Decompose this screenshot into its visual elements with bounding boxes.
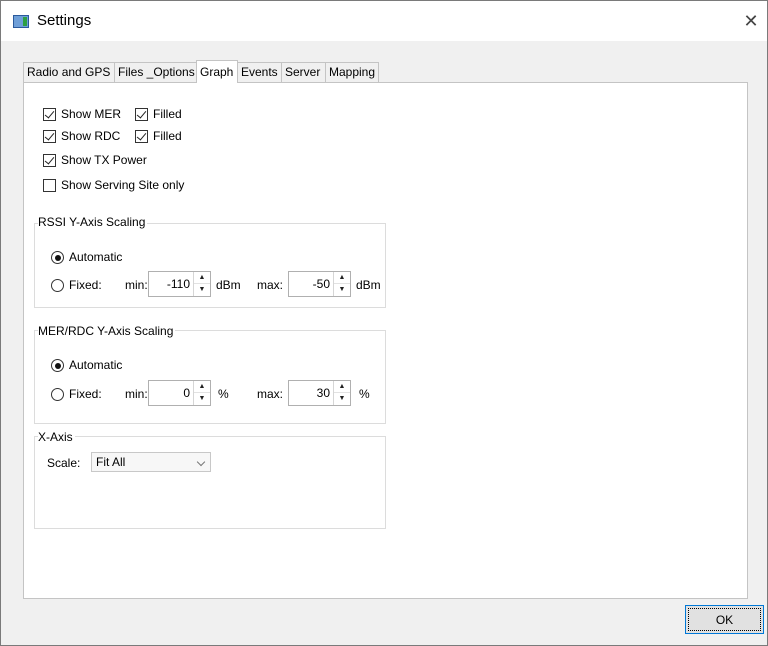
mer-rdc-automatic-label[interactable]: Automatic [69, 358, 122, 372]
rssi-automatic-radio[interactable] [51, 251, 64, 264]
mer-rdc-max-value: 30 [316, 386, 330, 400]
settings-window: Settings ✕ Radio and GPS Files _Options … [0, 0, 768, 646]
x-axis-title: X-Axis [38, 430, 75, 444]
ok-button[interactable]: OK [685, 605, 764, 634]
tab-files-options[interactable]: Files _Options [114, 62, 200, 82]
rssi-min-spinbox[interactable]: -110 ▲ ▼ [148, 271, 211, 297]
mer-rdc-max-spin-buttons: ▲ ▼ [333, 381, 350, 405]
show-mer-checkbox[interactable] [43, 108, 56, 121]
rssi-max-label: max: [257, 278, 284, 292]
show-tx-power-label[interactable]: Show TX Power [61, 153, 147, 167]
rssi-max-spin-buttons: ▲ ▼ [333, 272, 350, 296]
rssi-fixed-radio[interactable] [51, 279, 64, 292]
mer-filled-label[interactable]: Filled [153, 107, 182, 121]
spin-up-icon[interactable]: ▲ [334, 272, 350, 284]
x-axis-scale-select[interactable]: Fit All [91, 452, 211, 472]
spin-down-icon[interactable]: ▼ [334, 284, 350, 296]
mer-rdc-min-unit: % [218, 387, 229, 401]
show-mer-label[interactable]: Show MER [61, 107, 121, 121]
mer-rdc-max-spinbox[interactable]: 30 ▲ ▼ [288, 380, 351, 406]
rssi-min-spin-buttons: ▲ ▼ [193, 272, 210, 296]
chevron-down-icon [196, 457, 206, 467]
rdc-filled-label[interactable]: Filled [153, 129, 182, 143]
show-serving-site-checkbox[interactable] [43, 179, 56, 192]
mer-rdc-min-value: 0 [183, 386, 190, 400]
tab-mapping[interactable]: Mapping [325, 62, 379, 82]
mer-rdc-max-unit: % [359, 387, 370, 401]
rssi-min-unit: dBm [216, 278, 241, 292]
spin-down-icon[interactable]: ▼ [334, 393, 350, 405]
x-axis-scale-value: Fit All [96, 455, 126, 469]
mer-rdc-scaling-title: MER/RDC Y-Axis Scaling [38, 324, 176, 338]
x-axis-group [34, 436, 386, 529]
show-serving-site-label[interactable]: Show Serving Site only [61, 178, 184, 192]
mer-rdc-scaling-group [34, 330, 386, 424]
show-rdc-label[interactable]: Show RDC [61, 129, 120, 143]
tab-events[interactable]: Events [237, 62, 282, 82]
close-icon[interactable]: ✕ [739, 9, 763, 33]
rssi-max-unit: dBm [356, 278, 381, 292]
show-tx-power-checkbox[interactable] [43, 154, 56, 167]
mer-rdc-automatic-radio[interactable] [51, 359, 64, 372]
mer-rdc-min-label: min: [125, 387, 148, 401]
tab-server[interactable]: Server [281, 62, 326, 82]
mer-rdc-fixed-label[interactable]: Fixed: [69, 387, 102, 401]
tab-radio-and-gps[interactable]: Radio and GPS [23, 62, 115, 82]
rssi-min-label: min: [125, 278, 148, 292]
window-title: Settings [37, 12, 92, 29]
spin-down-icon[interactable]: ▼ [194, 393, 210, 405]
rssi-max-value: -50 [312, 277, 330, 291]
mer-filled-checkbox[interactable] [135, 108, 148, 121]
spin-up-icon[interactable]: ▲ [334, 381, 350, 393]
app-icon [13, 15, 29, 28]
spin-up-icon[interactable]: ▲ [194, 272, 210, 284]
rssi-automatic-label[interactable]: Automatic [69, 250, 122, 264]
mer-rdc-fixed-radio[interactable] [51, 388, 64, 401]
mer-rdc-max-label: max: [257, 387, 284, 401]
spin-up-icon[interactable]: ▲ [194, 381, 210, 393]
title-bar[interactable]: Settings ✕ [1, 1, 767, 41]
x-axis-scale-label: Scale: [47, 456, 81, 470]
rdc-filled-checkbox[interactable] [135, 130, 148, 143]
mer-rdc-min-spinbox[interactable]: 0 ▲ ▼ [148, 380, 211, 406]
show-rdc-checkbox[interactable] [43, 130, 56, 143]
rssi-fixed-label[interactable]: Fixed: [69, 278, 102, 292]
spin-down-icon[interactable]: ▼ [194, 284, 210, 296]
tab-graph[interactable]: Graph [196, 60, 238, 83]
rssi-max-spinbox[interactable]: -50 ▲ ▼ [288, 271, 351, 297]
mer-rdc-min-spin-buttons: ▲ ▼ [193, 381, 210, 405]
rssi-scaling-title: RSSI Y-Axis Scaling [38, 215, 148, 229]
rssi-min-value: -110 [166, 277, 190, 291]
graph-tab-panel: Show MER Filled Show RDC Filled Show TX … [23, 82, 748, 599]
